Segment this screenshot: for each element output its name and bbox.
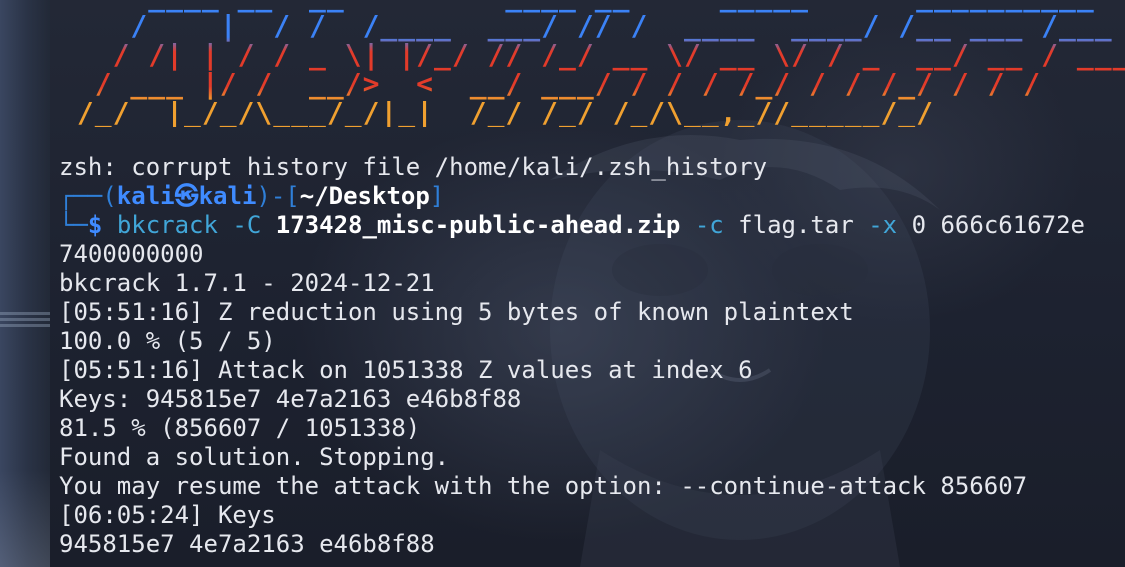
side-glow [0,470,50,567]
prompt-frame-mid: )-[ [256,182,300,210]
command-hex: 666c61672e [940,211,1085,239]
command-option: -c [694,211,724,239]
output-line: You may resume the attack with the optio… [59,472,1028,500]
output-line: [06:05:24] Keys [59,501,276,529]
output-line: [05:51:16] Attack on 1051338 Z values at… [59,356,753,384]
kali-dragon-icon: ㉿ [174,182,199,210]
output-line: 100.0 % (5 / 5) [59,327,276,355]
command-entry: flag.tar [738,211,854,239]
banner-line: /_/ |_/_/\___/_/|_| /_/ /_/ /_/\__,_//__… [59,96,1024,129]
command-hex-wrap: 7400000000 [59,240,204,268]
command-zip-file: 173428_misc-public-ahead.zip [275,211,681,239]
side-stripe [0,312,50,315]
prompt-dollar: $ [87,211,103,239]
command-line[interactable]: └─$ bkcrack -C 173428_misc-public-ahead.… [59,211,1085,240]
output-line: Keys: 945815e7 4e7a2163 e46b8f88 [59,385,522,413]
prompt-user: kali [116,182,175,210]
prompt-path: ~/Desktop [299,182,430,210]
prompt-frame-top: ┌──( [59,182,117,210]
desktop-side-strip [0,0,50,567]
side-stripe [0,318,50,321]
command-program: bkcrack [116,211,218,239]
prompt-line: ┌──(kali㉿kali)-[~/Desktop] [59,182,444,211]
prompt-frame-end: ] [429,182,445,210]
output-line: Found a solution. Stopping. [59,443,450,471]
command-option: -x [868,211,898,239]
ascii-art-banner: ____ __ __ ____ __ _____ __________ / | … [59,0,1125,127]
output-line: [05:51:16] Z reduction using 5 bytes of … [59,298,854,326]
output-line: bkcrack 1.7.1 - 2024-12-21 [59,269,435,297]
command-option: -C [232,211,262,239]
prompt-host: kali [198,182,257,210]
output-line: 945815e7 4e7a2163 e46b8f88 [59,530,435,558]
command-offset: 0 [911,211,927,239]
prompt-frame-bottom: └─ [59,211,88,239]
terminal-window[interactable]: ____ __ __ ____ __ _____ __________ / | … [0,0,1125,567]
history-error-line: zsh: corrupt history file /home/kali/.zs… [59,153,768,181]
output-line: 81.5 % (856607 / 1051338) [59,414,421,442]
side-stripe [0,324,50,327]
